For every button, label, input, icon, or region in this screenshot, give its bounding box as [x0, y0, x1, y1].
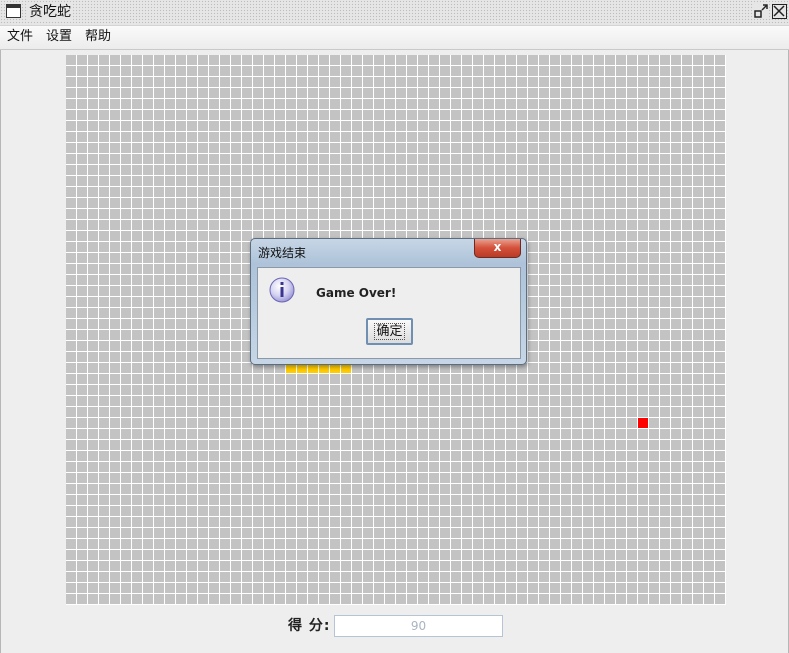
window-title: 贪吃蛇	[27, 3, 73, 21]
dialog-title: 游戏结束	[258, 246, 307, 260]
window-icon	[6, 4, 21, 18]
score-label: 得 分:	[288, 618, 331, 634]
food-cell	[638, 418, 648, 428]
ok-button[interactable]: 确定	[366, 318, 413, 345]
menu-bar: 文件 设置 帮助	[0, 26, 789, 50]
dialog-body: Game Over! 确定	[257, 267, 521, 359]
menu-help[interactable]: 帮助	[83, 28, 113, 46]
title-bar: 贪吃蛇	[0, 0, 789, 26]
menu-settings[interactable]: 设置	[44, 28, 74, 46]
score-field: 90	[334, 615, 503, 637]
close-icon[interactable]	[772, 4, 787, 19]
menu-file[interactable]: 文件	[5, 28, 35, 46]
dialog-close-button[interactable]: x	[474, 239, 521, 258]
info-icon	[269, 277, 295, 303]
game-over-dialog: 游戏结束 x Game Over! 确定	[250, 238, 527, 365]
dialog-message: Game Over!	[316, 286, 397, 300]
restore-icon[interactable]	[754, 4, 769, 19]
ok-button-label: 确定	[374, 323, 405, 340]
